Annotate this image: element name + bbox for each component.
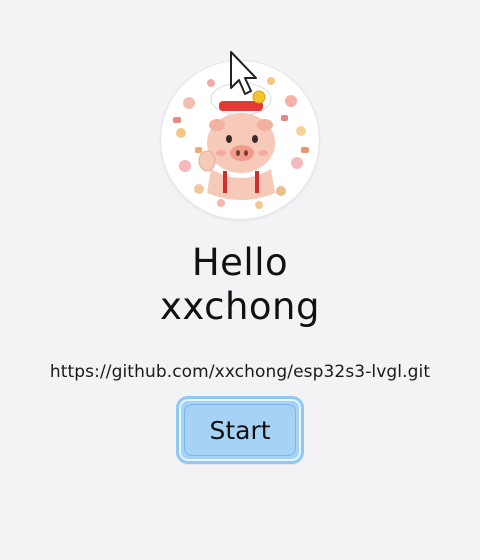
greeting-title: Hello <box>191 241 289 284</box>
greeting-username: xxchong <box>159 285 320 328</box>
repo-url-text: https://github.com/xxchong/esp32s3-lvgl.… <box>49 362 431 382</box>
start-button[interactable]: Start <box>176 396 304 464</box>
avatar <box>161 61 319 219</box>
pig-character-icon <box>173 77 309 209</box>
app-screen: Hello xxchong https://github.com/xxchong… <box>0 0 480 560</box>
start-button-label: Start <box>209 415 271 445</box>
